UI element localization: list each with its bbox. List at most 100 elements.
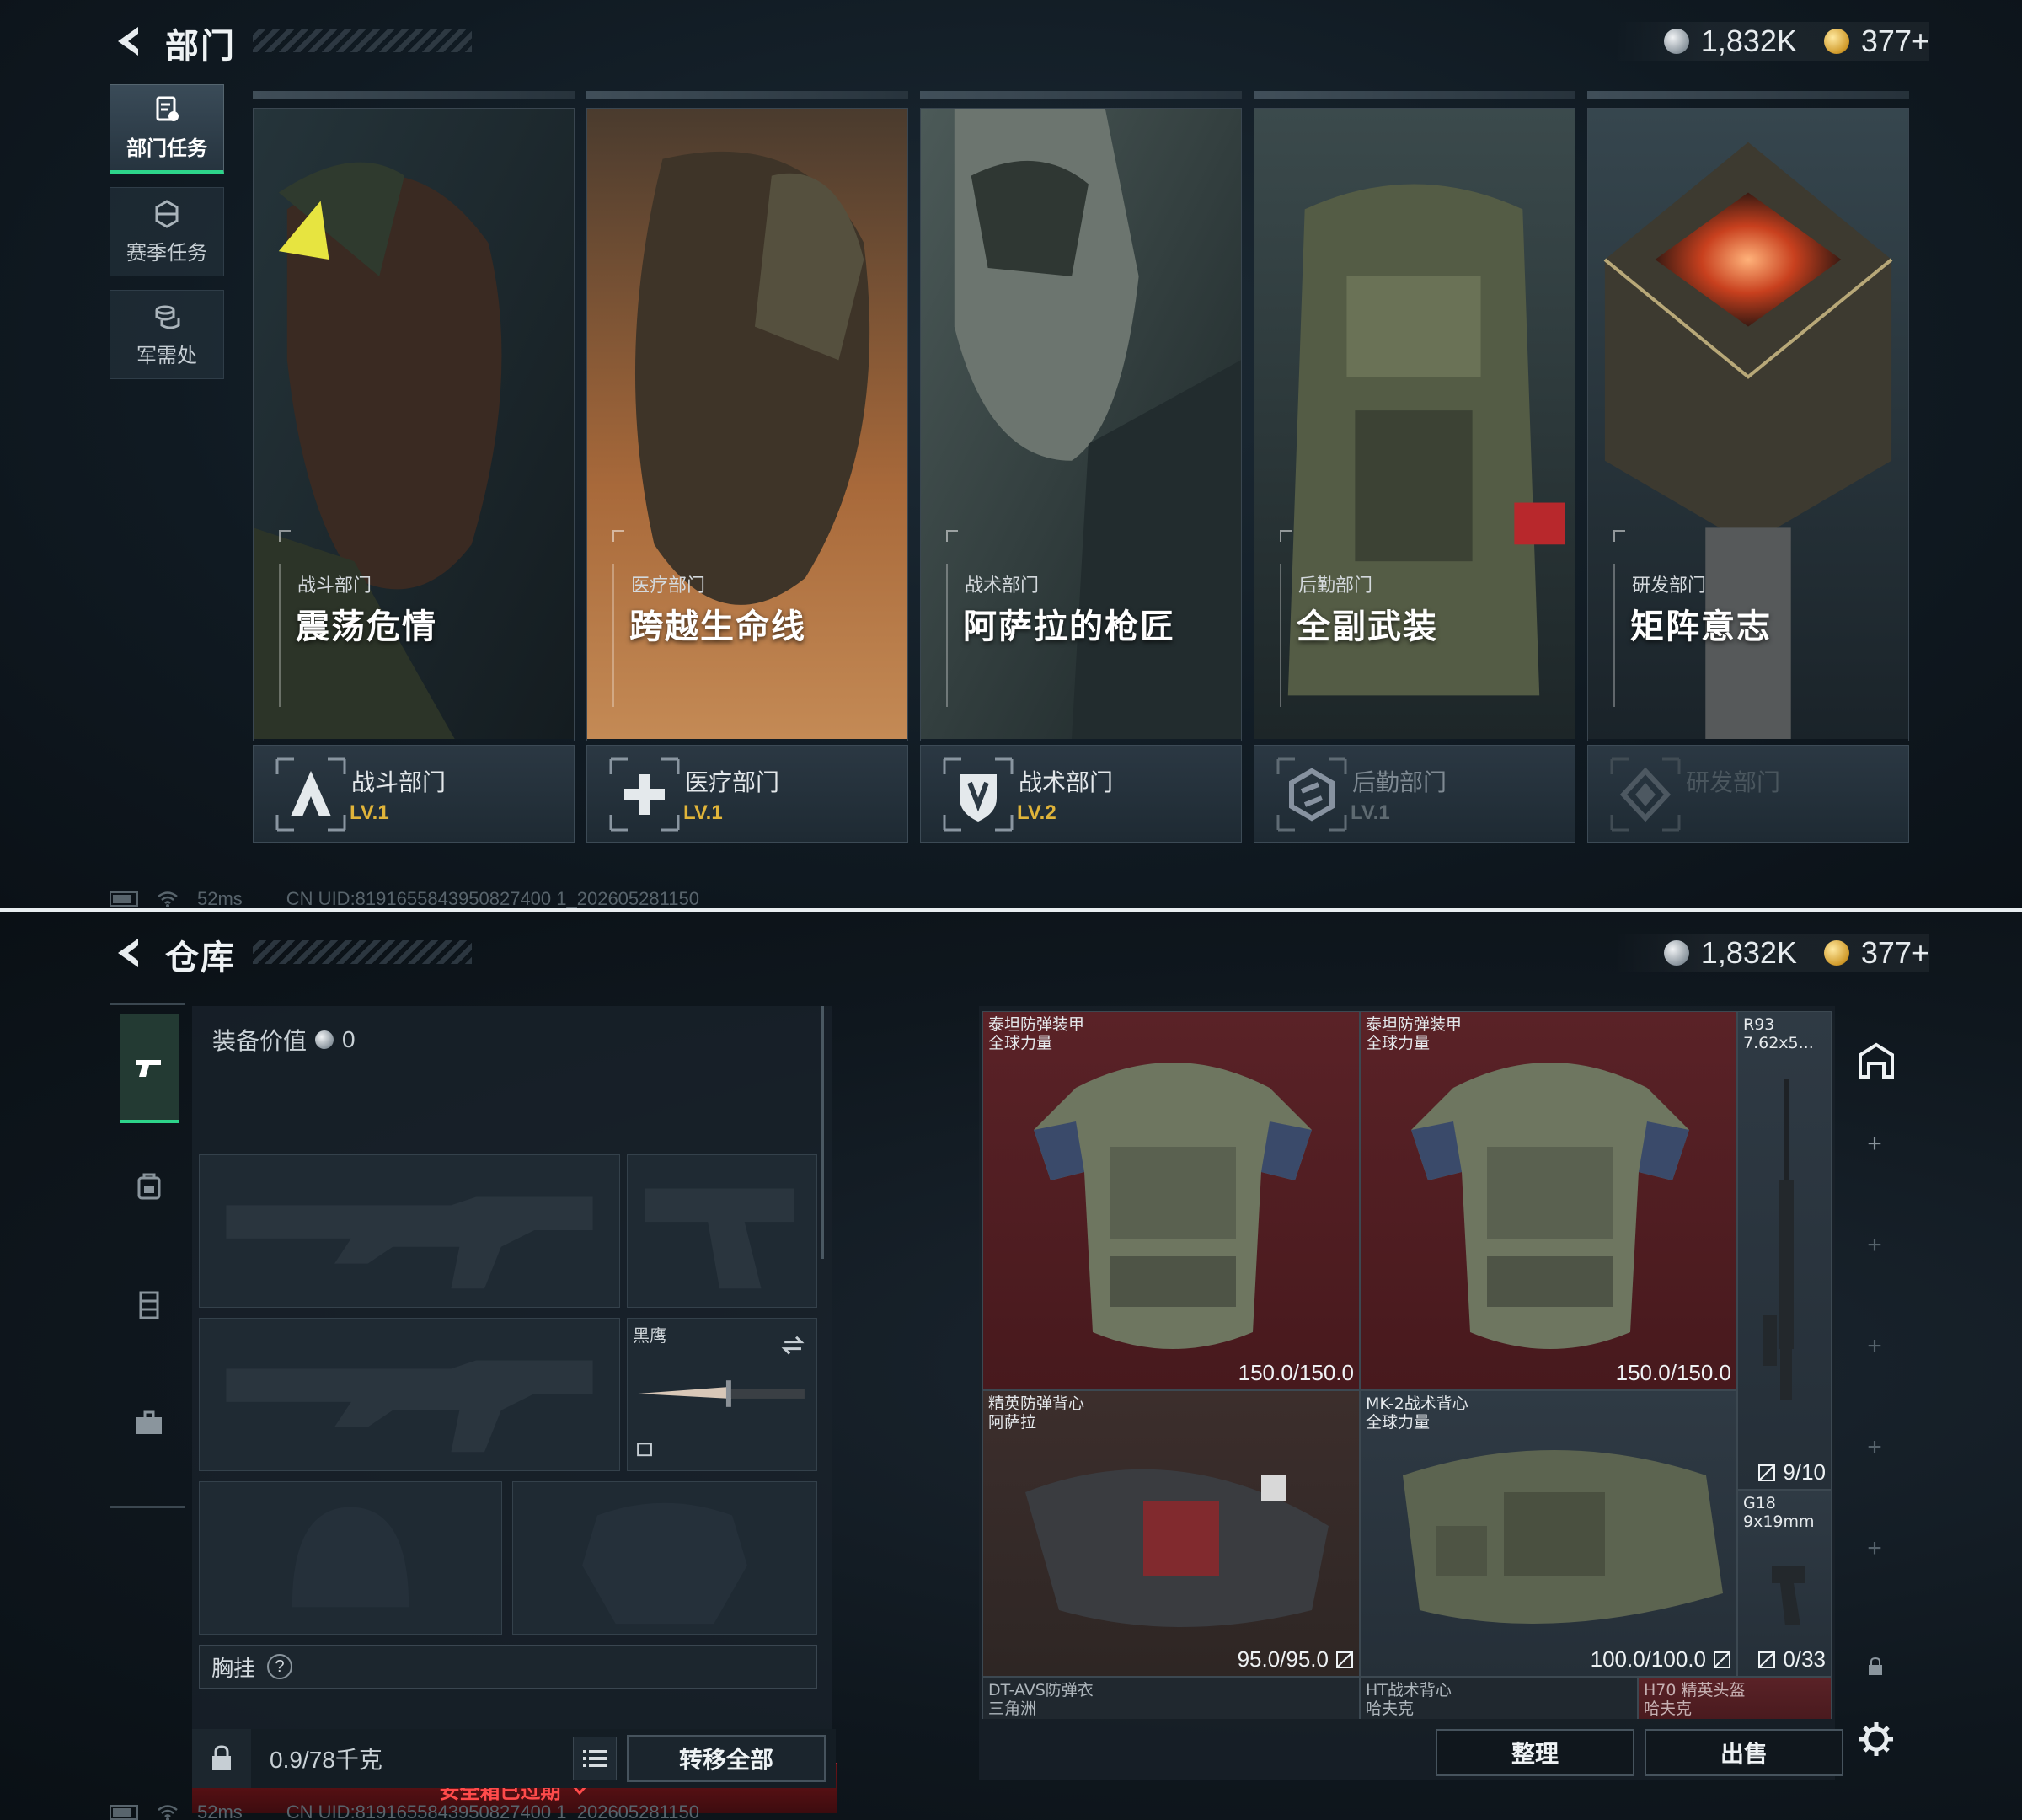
add-stash-page-icon[interactable]: + [1864, 1132, 1885, 1157]
department-footer[interactable]: 战术部门 LV.2 [920, 745, 1242, 843]
back-arrow-icon[interactable] [110, 934, 148, 972]
lock-icon[interactable] [1867, 1657, 1884, 1677]
currency-display: 1,832K 377+ [1613, 22, 1929, 61]
status-bar: 52ms CN UID:8191655843950827400 1_202605… [110, 1801, 699, 1820]
chest-rig-slot[interactable]: 胸挂 ? [199, 1645, 817, 1689]
status-bar: 52ms CN UID:8191655843950827400 1_202605… [110, 888, 699, 908]
card-mission-name: 全副武装 [1297, 608, 1438, 645]
add-stash-page-icon[interactable]: + [1864, 1233, 1885, 1258]
card-topline [920, 91, 1242, 99]
stash-item-dt-avs[interactable]: DT-AVS防弹衣 三角洲 [982, 1677, 1360, 1719]
item-name: DT-AVS防弹衣 三角洲 [988, 1681, 1094, 1718]
back-arrow-icon[interactable] [110, 22, 148, 61]
stash-item-ht-vest[interactable]: HT战术背心 哈夫克 [1360, 1677, 1638, 1719]
pistol-image [1772, 1566, 1805, 1625]
silver-amount: 1,832K [1700, 24, 1797, 58]
uid-text: CN UID:8191655843950827400 1_20260528115… [286, 888, 699, 908]
warehouse-side-nav [110, 1003, 185, 1508]
card-topline [253, 91, 575, 99]
item-ammo-count: 0/33 [1757, 1646, 1826, 1673]
card-topline [1254, 91, 1575, 99]
card-mission-name: 矩阵意志 [1630, 608, 1772, 645]
department-name: 研发部门 [1686, 769, 1781, 795]
equipment-value: 装备价值 0 [212, 1023, 356, 1057]
backpack-icon [137, 1173, 161, 1200]
transfer-all-button[interactable]: 转移全部 [627, 1735, 826, 1782]
stash-item-elite-vest[interactable]: 精英防弹背心 阿萨拉 95.0/95.0 [982, 1390, 1360, 1677]
primary-weapon-slot-1[interactable] [199, 1154, 620, 1308]
equipment-value-amount: 0 [342, 1026, 356, 1052]
department-name: 医疗部门 [685, 769, 780, 795]
card-logistics-department[interactable]: 后勤部门 全副武装 后勤部门 LV.1 [1254, 91, 1575, 843]
card-mission-name: 跨越生命线 [629, 608, 806, 645]
nav-label: 部门任务 [126, 137, 207, 160]
nav-quartermaster[interactable]: 军需处 [110, 290, 224, 379]
warehouse-screen: 仓库 1,832K 377+ 装备价值 0 黑鹰 胸挂 ? 安全箱已过期 0.9… [0, 912, 2022, 1820]
card-frame-corner [279, 530, 291, 542]
lock-icon [212, 1745, 231, 1770]
combat-badge-icon [275, 757, 346, 832]
department-footer[interactable]: 战斗部门 LV.1 [253, 745, 575, 843]
card-combat-department[interactable]: 战斗部门 震荡危情 战斗部门 LV.1 [253, 91, 575, 843]
department-footer[interactable]: 研发部门 [1587, 745, 1909, 843]
equipment-value-label: 装备价值 [212, 1028, 308, 1054]
ping-value: 52ms [197, 1801, 243, 1820]
ping-value: 52ms [197, 888, 243, 908]
silver-amount: 1,832K [1700, 935, 1797, 970]
tab-case[interactable] [120, 1368, 179, 1477]
add-stash-page-icon[interactable]: + [1864, 1536, 1885, 1561]
lock-button[interactable] [192, 1729, 251, 1788]
tab-vest[interactable] [120, 1250, 179, 1359]
department-side-nav: 部门任务 赛季任务 军需处 [110, 84, 224, 393]
stash-item-titan-armor-2[interactable]: 泰坦防弹装甲 全球力量 150.0/150.0 [1360, 1011, 1737, 1390]
melee-weapon-slot[interactable]: 黑鹰 [627, 1318, 817, 1471]
add-stash-page-icon[interactable]: + [1864, 1334, 1885, 1359]
stash-item-r93-rifle[interactable]: R93 7.62x5... 9/10 [1737, 1011, 1832, 1490]
department-screen: 部门 1,832K 377+ 部门任务 赛季任务 军需处 战斗部门 震荡危情 战… [0, 0, 2022, 908]
help-icon[interactable]: ? [267, 1654, 293, 1679]
department-footer[interactable]: 后勤部门 LV.1 [1254, 745, 1575, 843]
card-vertical-line [1280, 564, 1281, 707]
sell-button[interactable]: 出售 [1645, 1729, 1843, 1776]
department-footer[interactable]: 医疗部门 LV.1 [586, 745, 908, 843]
tab-equipment[interactable] [120, 1014, 179, 1123]
tab-backpack[interactable] [120, 1132, 179, 1241]
battery-icon [110, 1805, 138, 1820]
stash-item-g18-pistol[interactable]: G18 9x19mm 0/33 [1737, 1490, 1832, 1677]
stash-item-titan-armor-1[interactable]: 泰坦防弹装甲 全球力量 150.0/150.0 [982, 1011, 1360, 1390]
shield-icon [943, 757, 1014, 832]
knife-icon [637, 1336, 805, 1457]
armor-slot[interactable] [512, 1481, 817, 1635]
nav-department-tasks[interactable]: 部门任务 [110, 84, 224, 174]
uid-text: CN UID:8191655843950827400 1_20260528115… [286, 1801, 699, 1820]
department-level: LV.2 [1017, 801, 1056, 824]
stash-item-mk2-vest[interactable]: MK-2战术背心 全球力量 100.0/100.0 [1360, 1390, 1737, 1677]
card-medical-department[interactable]: 医疗部门 跨越生命线 医疗部门 LV.1 [586, 91, 908, 843]
gold-amount: 377+ [1860, 24, 1929, 58]
card-vertical-line [946, 564, 948, 707]
stash-home-icon[interactable] [1855, 1040, 1897, 1082]
card-tactical-department[interactable]: 战术部门 阿萨拉的枪匠 战术部门 LV.2 [920, 91, 1242, 843]
nav-season-tasks[interactable]: 赛季任务 [110, 187, 224, 276]
no-insurance-icon [1336, 1651, 1353, 1668]
sort-button[interactable]: 整理 [1436, 1729, 1634, 1776]
nav-label: 赛季任务 [126, 241, 207, 265]
add-stash-page-icon[interactable]: + [1864, 1435, 1885, 1460]
settings-gear-icon[interactable] [1858, 1721, 1895, 1758]
equipment-scrollbar[interactable] [821, 1006, 824, 1259]
item-durability: 95.0/95.0 [1238, 1646, 1354, 1673]
helmet-slot[interactable] [199, 1481, 502, 1635]
no-magazine-icon [1758, 1464, 1776, 1481]
page-title: 仓库 [165, 939, 236, 977]
coins-icon [155, 305, 180, 329]
stash-item-h70-helmet[interactable]: H70 精英头盔 哈夫克 [1638, 1677, 1832, 1719]
item-durability: 150.0/150.0 [1615, 1360, 1731, 1385]
list-view-button[interactable] [573, 1737, 617, 1780]
card-research-department[interactable]: 研发部门 矩阵意志 研发部门 [1587, 91, 1909, 843]
silver-coin-icon [1663, 940, 1689, 966]
card-frame-corner [1613, 530, 1625, 542]
card-vertical-line [1613, 564, 1615, 707]
department-cards: 战斗部门 震荡危情 战斗部门 LV.1 医疗部门 跨越生命线 医疗部门 LV.1… [253, 91, 1911, 843]
pistol-slot[interactable] [627, 1154, 817, 1308]
primary-weapon-slot-2[interactable] [199, 1318, 620, 1471]
